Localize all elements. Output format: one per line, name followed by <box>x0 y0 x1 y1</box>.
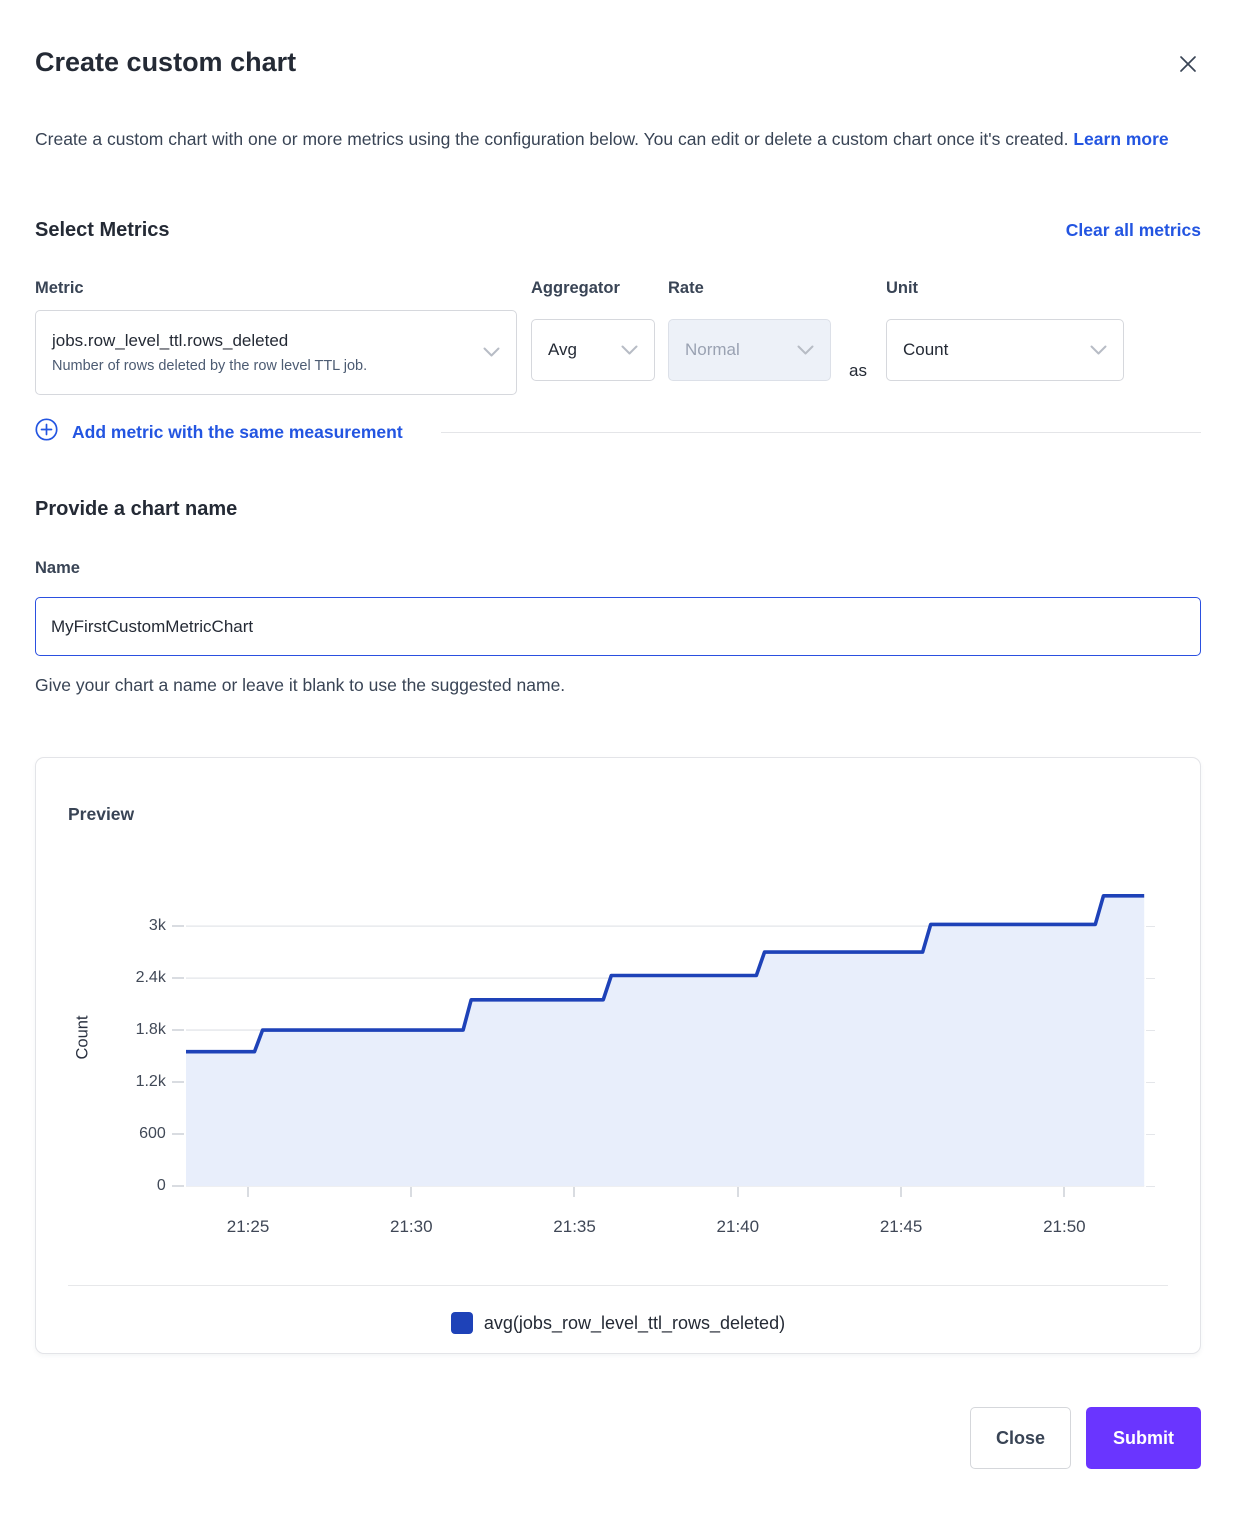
create-custom-chart-dialog: Create custom chart Create a custom char… <box>0 0 1236 1538</box>
chevron-down-icon <box>483 347 500 358</box>
y-tick-label: 1.2k <box>106 1070 166 1094</box>
legend-label: avg(jobs_row_level_ttl_rows_deleted) <box>484 1313 785 1334</box>
x-tick-mark <box>1063 1187 1065 1197</box>
name-label: Name <box>35 556 1201 580</box>
clear-all-metrics-link[interactable]: Clear all metrics <box>1066 220 1201 241</box>
plus-circle-icon <box>35 418 58 446</box>
name-helper-text: Give your chart a name or leave it blank… <box>35 673 1201 697</box>
y-tick-label: 2.4k <box>106 966 166 990</box>
chevron-down-icon <box>621 345 638 356</box>
right-tick-mark <box>1146 1082 1155 1083</box>
y-tick-label: 1.8k <box>106 1018 166 1042</box>
metric-select[interactable]: jobs.row_level_ttl.rows_deleted Number o… <box>35 310 517 395</box>
rate-select-value: Normal <box>685 338 740 362</box>
preview-heading: Preview <box>68 802 1168 826</box>
learn-more-link[interactable]: Learn more <box>1073 129 1168 149</box>
page-title: Create custom chart <box>35 46 1201 78</box>
divider <box>441 432 1201 433</box>
metric-select-description: Number of rows deleted by the row level … <box>52 356 367 377</box>
x-tick-mark <box>900 1187 902 1197</box>
chart-area: Count 06001.2k1.8k2.4k3k <box>68 888 1168 1186</box>
x-tick-label: 21:25 <box>227 1214 270 1240</box>
y-tick-mark <box>172 925 184 927</box>
close-x-glyph <box>1178 54 1198 74</box>
right-tick-mark <box>1146 926 1155 927</box>
close-button[interactable]: Close <box>970 1407 1071 1469</box>
x-tick-mark <box>410 1187 412 1197</box>
metric-select-value: jobs.row_level_ttl.rows_deleted <box>52 329 367 353</box>
submit-button[interactable]: Submit <box>1086 1407 1201 1469</box>
y-tick-label: 0 <box>106 1174 166 1198</box>
metric-config-row: Metric jobs.row_level_ttl.rows_deleted N… <box>35 276 1201 395</box>
x-axis: 21:25 21:30 21:35 21:40 21:45 21:50 <box>68 1214 1168 1240</box>
y-tick-mark <box>172 1185 184 1187</box>
y-tick-mark <box>172 977 184 979</box>
legend-divider <box>68 1285 1168 1286</box>
add-metric-label: Add metric with the same measurement <box>72 422 403 443</box>
preview-card: Preview Count 06001.2k1.8k2.4k3k 21:2521… <box>35 757 1201 1354</box>
chart-name-input[interactable] <box>35 597 1201 656</box>
aggregator-label: Aggregator <box>531 276 655 300</box>
y-tick-mark <box>172 1029 184 1031</box>
chevron-down-icon <box>797 345 814 356</box>
x-tick-label: 21:50 <box>1043 1214 1086 1240</box>
x-tick-mark <box>737 1187 739 1197</box>
x-tick-label: 21:35 <box>553 1214 596 1240</box>
close-icon[interactable] <box>1174 50 1202 78</box>
y-tick-label: 600 <box>106 1122 166 1146</box>
aggregator-select-value: Avg <box>548 338 577 362</box>
right-tick-mark <box>1146 1030 1155 1031</box>
chart-name-heading: Provide a chart name <box>35 495 1201 523</box>
unit-select[interactable]: Count <box>886 319 1124 381</box>
x-tick-label: 21:45 <box>880 1214 923 1240</box>
rate-select: Normal <box>668 319 831 381</box>
chart-plot <box>186 888 1144 1186</box>
y-tick-label: 3k <box>106 914 166 938</box>
x-tick-label: 21:40 <box>717 1214 760 1240</box>
dialog-footer: Close Submit <box>35 1407 1201 1469</box>
x-tick-mark <box>247 1187 249 1197</box>
aggregator-select[interactable]: Avg <box>531 319 655 381</box>
y-tick-mark <box>172 1081 184 1083</box>
right-axis-ticks <box>1144 888 1168 1186</box>
select-metrics-heading: Select Metrics <box>35 216 170 244</box>
chevron-down-icon <box>1090 345 1107 356</box>
metric-label: Metric <box>35 276 517 300</box>
unit-select-value: Count <box>903 338 948 362</box>
right-tick-mark <box>1146 1134 1155 1135</box>
description-text: Create a custom chart with one or more m… <box>35 129 1068 149</box>
y-tick-mark <box>172 1133 184 1135</box>
y-axis-ticks: 06001.2k1.8k2.4k3k <box>98 888 186 1186</box>
unit-label: Unit <box>886 276 1124 300</box>
x-tick-label: 21:30 <box>390 1214 433 1240</box>
chart-legend: avg(jobs_row_level_ttl_rows_deleted) <box>68 1312 1168 1334</box>
x-tick-mark <box>573 1187 575 1197</box>
x-axis-labels: 21:25 21:30 21:35 21:40 21:45 21:50 <box>186 1214 1146 1240</box>
as-label: as <box>849 361 867 381</box>
add-metric-button[interactable]: Add metric with the same measurement <box>35 418 403 446</box>
y-axis-title: Count <box>68 888 98 1186</box>
step-area-chart <box>186 888 1144 1186</box>
dialog-description: Create a custom chart with one or more m… <box>35 120 1201 159</box>
legend-swatch <box>451 1312 473 1334</box>
right-tick-mark <box>1146 978 1155 979</box>
right-tick-mark <box>1146 1186 1155 1187</box>
series-area-fill <box>186 896 1144 1186</box>
rate-label: Rate <box>668 276 831 300</box>
